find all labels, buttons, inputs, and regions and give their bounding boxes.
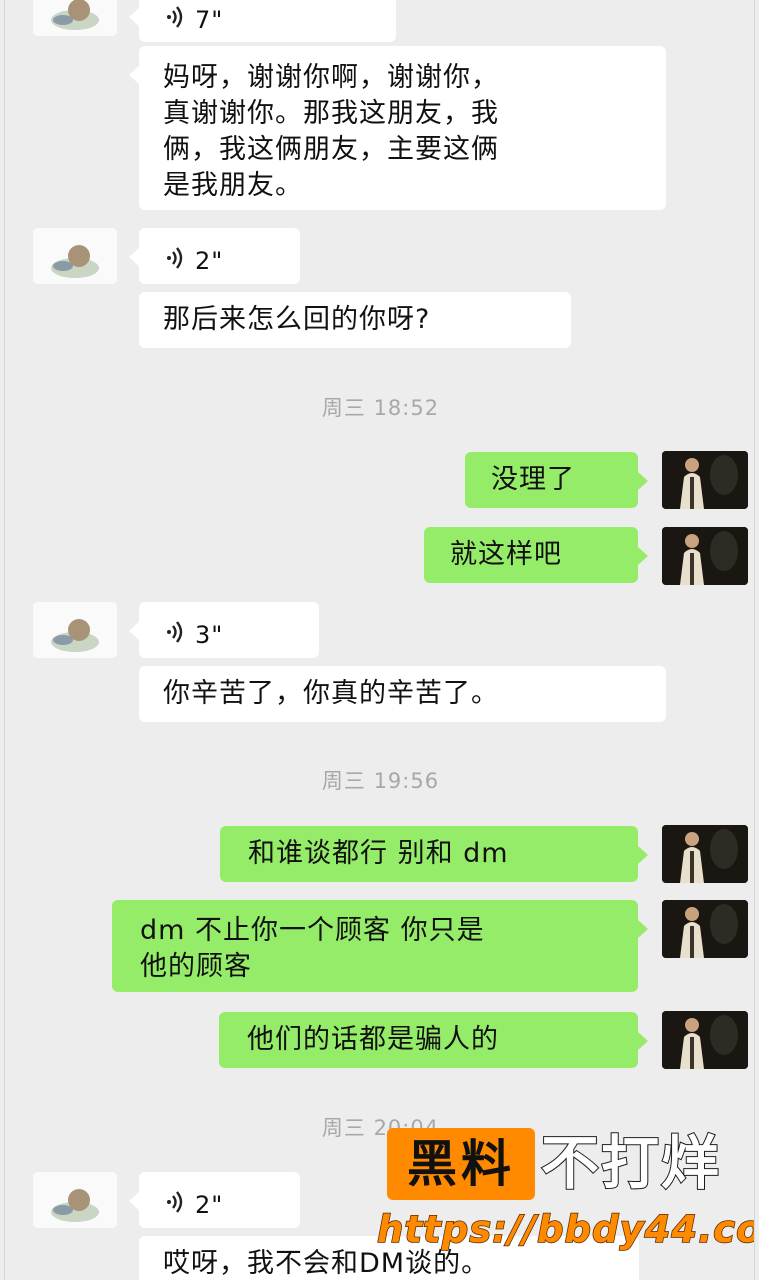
- voice-message[interactable]: 7": [129, 0, 396, 42]
- cartoon-avatar-icon: [33, 602, 117, 658]
- voice-duration: 2": [195, 247, 224, 275]
- text-message[interactable]: 和谁谈都行 别和 dm: [220, 826, 648, 882]
- photo-avatar-icon: [662, 451, 748, 509]
- message-line: 是我朋友。: [163, 170, 303, 201]
- voice-message[interactable]: 2": [129, 1172, 300, 1228]
- text-message[interactable]: 没理了: [465, 452, 648, 508]
- photo-avatar-icon: [662, 825, 748, 883]
- text-message[interactable]: 就这样吧: [424, 527, 648, 583]
- voice-message[interactable]: 3": [129, 602, 319, 658]
- contact-avatar[interactable]: [33, 602, 117, 658]
- message-text: 那后来怎么回的你呀?: [163, 304, 431, 335]
- message-line: 真谢谢你。那我这朋友，我: [163, 98, 499, 129]
- contact-avatar[interactable]: [33, 228, 117, 284]
- message-line: 俩，我这俩朋友，主要这俩: [163, 134, 499, 165]
- watermark-text: 不打烊: [540, 1128, 722, 1198]
- voice-wave-icon: [165, 243, 185, 279]
- voice-duration: 7": [195, 6, 224, 34]
- my-avatar[interactable]: [662, 527, 748, 585]
- message-text: 没理了: [491, 464, 575, 495]
- chat-window: 7" 妈呀，谢谢你啊，谢谢你， 真谢谢你。那我这朋友，我 俩，我这俩朋友，主要这…: [4, 0, 755, 1280]
- text-message[interactable]: dm 不止你一个顾客 你只是 他的顾客: [112, 900, 648, 992]
- photo-avatar-icon: [662, 900, 748, 958]
- text-message[interactable]: 你辛苦了，你真的辛苦了。: [139, 666, 666, 722]
- cartoon-avatar-icon: [33, 0, 117, 36]
- message-line: 妈呀，谢谢你啊，谢谢你，: [163, 62, 499, 93]
- message-line: dm 不止你一个顾客 你只是: [140, 915, 485, 946]
- watermark-url: https://bbdy44.com: [376, 1207, 754, 1252]
- text-message[interactable]: 他们的话都是骗人的: [219, 1012, 648, 1068]
- contact-avatar[interactable]: [33, 0, 117, 36]
- message-line: 他的顾客: [140, 951, 252, 982]
- voice-wave-icon: [165, 617, 185, 653]
- my-avatar[interactable]: [662, 825, 748, 883]
- my-avatar[interactable]: [662, 451, 748, 509]
- voice-message[interactable]: 2": [129, 228, 300, 284]
- photo-avatar-icon: [662, 1011, 748, 1069]
- photo-avatar-icon: [662, 527, 748, 585]
- message-text: 他们的话都是骗人的: [247, 1024, 499, 1055]
- message-text: 和谁谈都行 别和 dm: [248, 838, 509, 869]
- chat-timestamp: 周三 19:56: [321, 769, 440, 793]
- voice-wave-icon: [165, 2, 185, 38]
- cartoon-avatar-icon: [33, 228, 117, 284]
- cartoon-avatar-icon: [33, 1172, 117, 1228]
- my-avatar[interactable]: [662, 900, 748, 958]
- contact-avatar[interactable]: [33, 1172, 117, 1228]
- voice-duration: 3": [195, 621, 224, 649]
- chat-timestamp: 周三 18:52: [321, 396, 440, 420]
- text-message[interactable]: 妈呀，谢谢你啊，谢谢你， 真谢谢你。那我这朋友，我 俩，我这俩朋友，主要这俩 是…: [129, 46, 666, 210]
- voice-duration: 2": [195, 1191, 224, 1219]
- message-text: 你辛苦了，你真的辛苦了。: [163, 678, 499, 709]
- my-avatar[interactable]: [662, 1011, 748, 1069]
- text-message[interactable]: 那后来怎么回的你呀?: [139, 292, 571, 348]
- watermark-badge: 黑料: [387, 1128, 535, 1200]
- message-text: 就这样吧: [450, 539, 562, 570]
- voice-wave-icon: [165, 1187, 185, 1223]
